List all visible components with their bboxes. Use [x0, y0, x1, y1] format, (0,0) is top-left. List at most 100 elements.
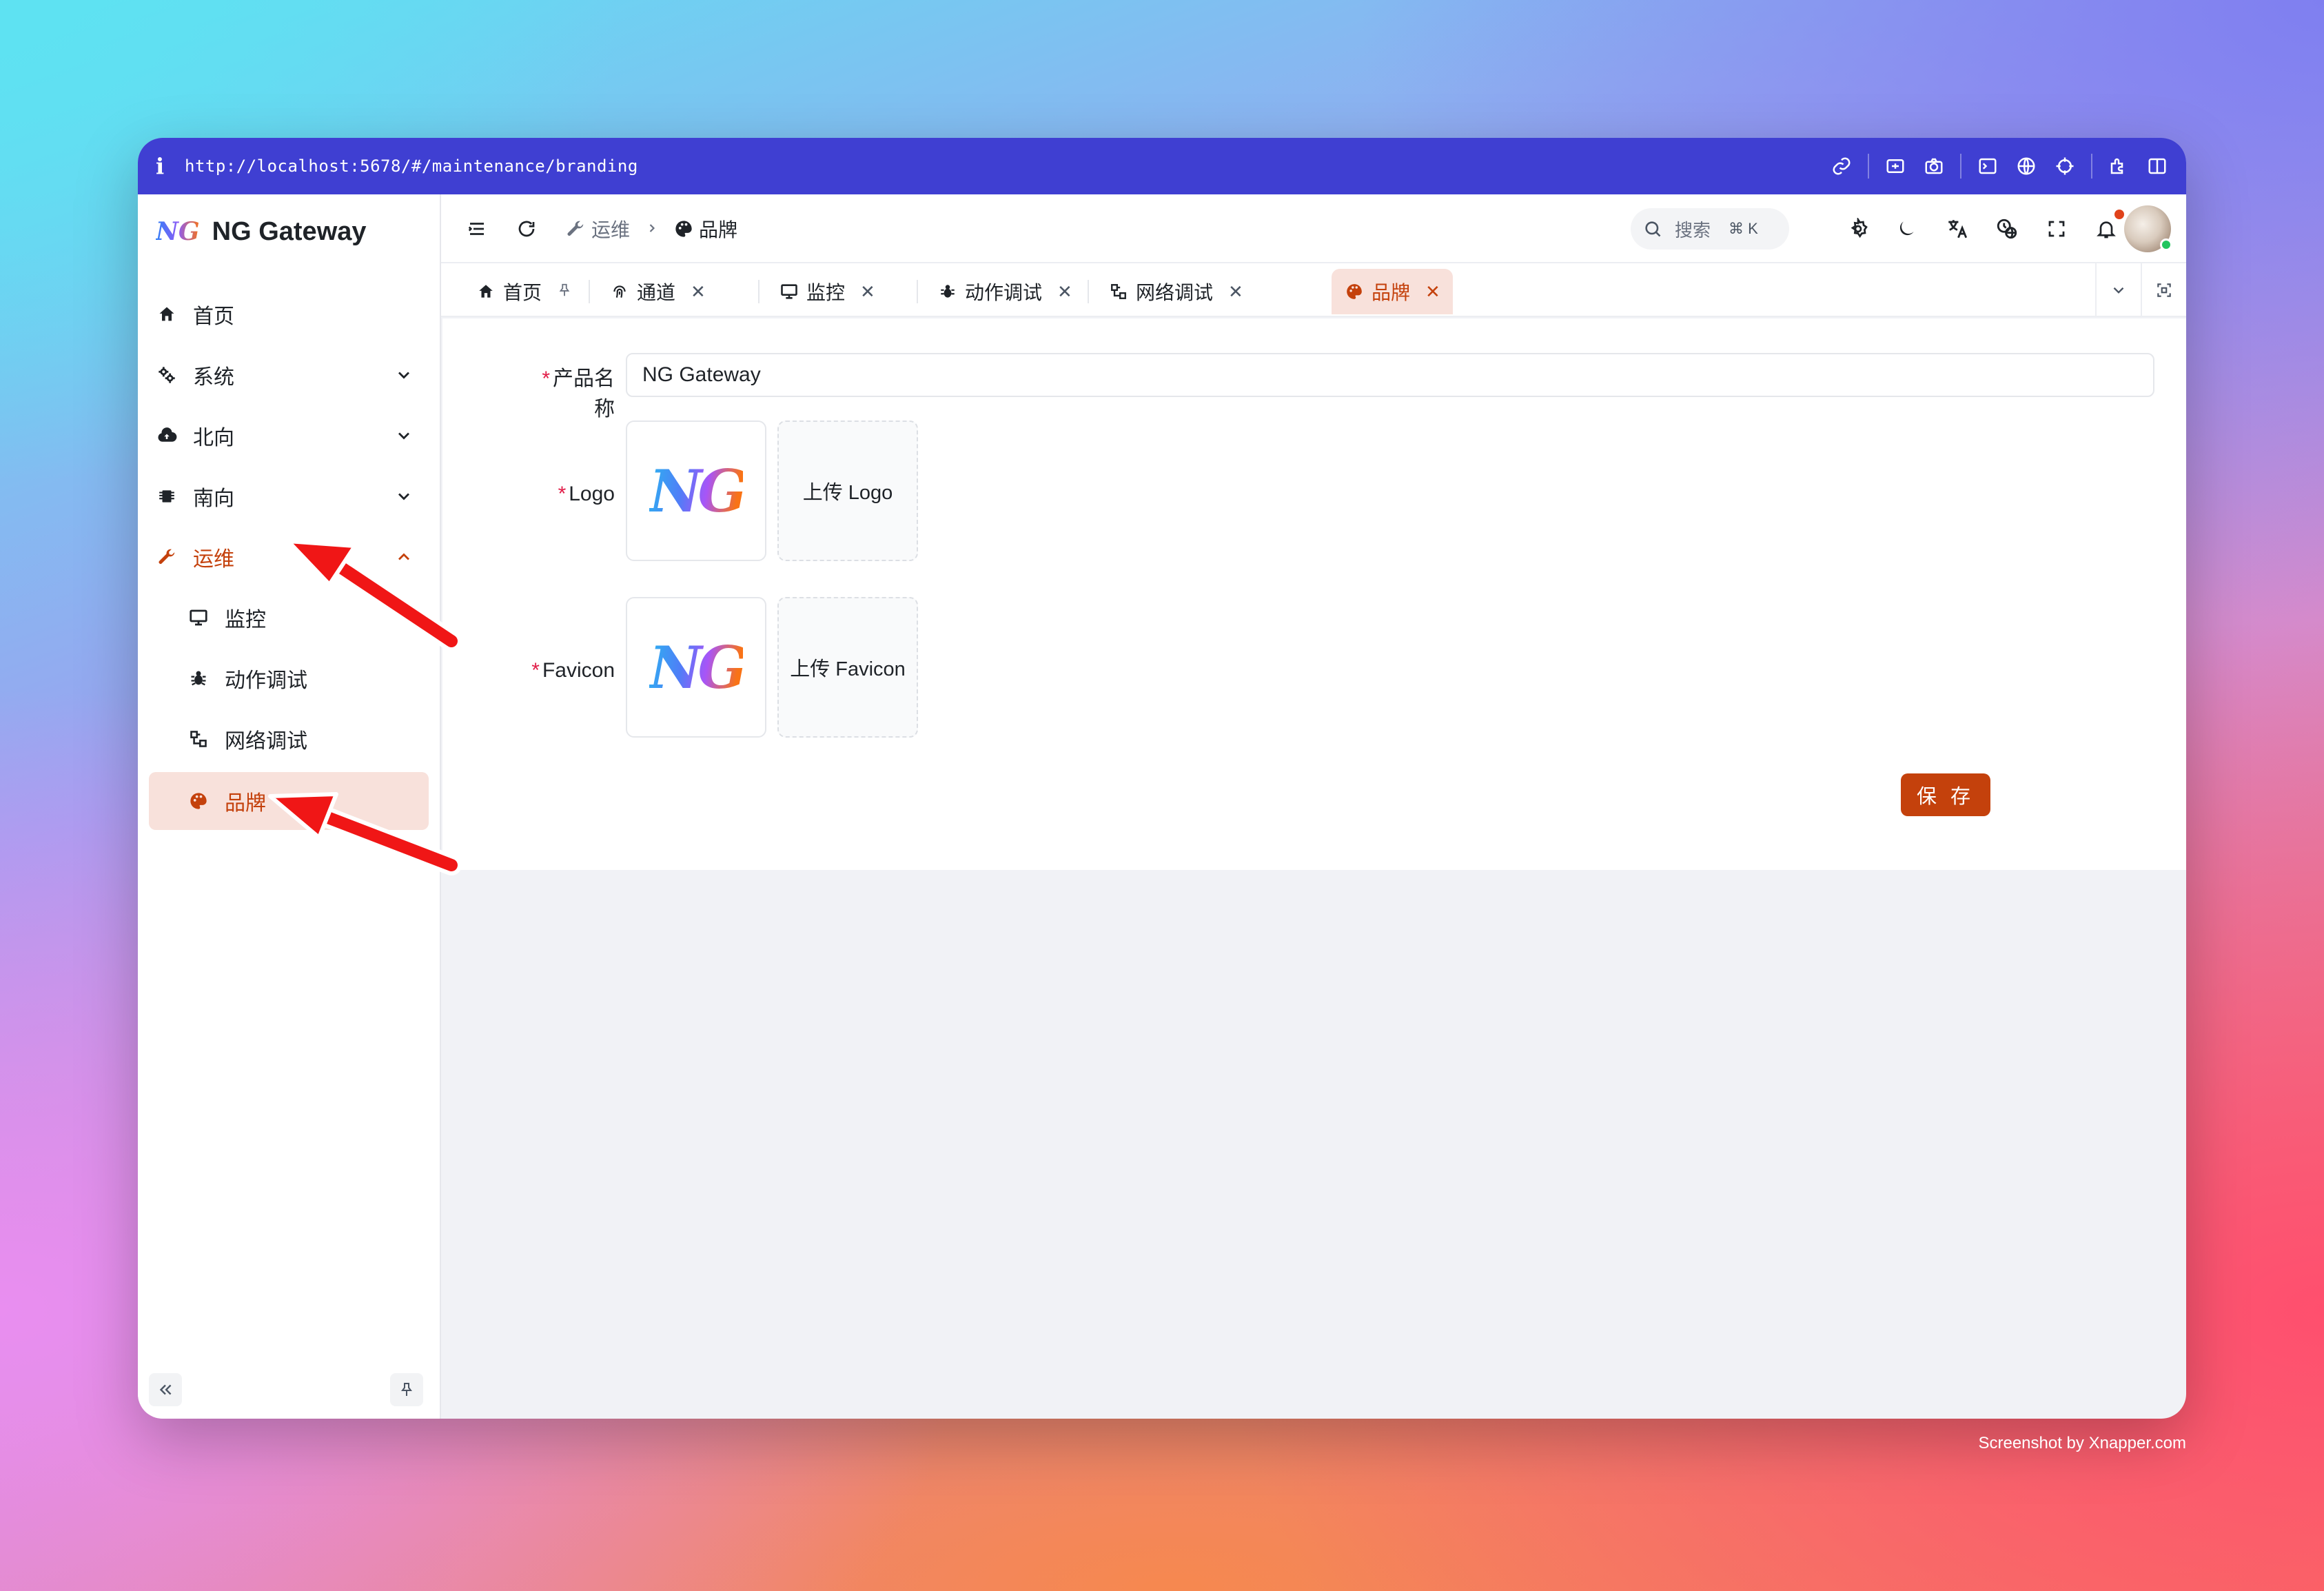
- ng-logo-image: NG: [649, 456, 748, 525]
- tab-branding[interactable]: 品牌 ✕: [1332, 269, 1453, 314]
- sidebar-item-label: 动作调试: [225, 669, 307, 692]
- palette-icon: [1344, 281, 1365, 302]
- sidebar: NG NG Gateway 首页 系统 北向 南向 运维 监控 动作调试 网络调…: [138, 194, 441, 1419]
- close-icon[interactable]: ✕: [1425, 281, 1440, 303]
- camera-icon[interactable]: [1915, 147, 1953, 185]
- product-name-input[interactable]: NG Gateway: [626, 353, 2154, 397]
- save-button[interactable]: 保 存: [1901, 773, 1990, 816]
- pin-sidebar-button[interactable]: [390, 1373, 423, 1406]
- network-icon: [1108, 281, 1129, 302]
- translate-icon: [1948, 220, 1968, 239]
- chevron-up-icon: [398, 553, 409, 560]
- pin-icon[interactable]: [557, 281, 572, 303]
- tab-home[interactable]: 首页: [463, 269, 584, 314]
- settings-button[interactable]: [1840, 211, 1876, 247]
- maximize-content-button[interactable]: [2141, 263, 2186, 317]
- upload-favicon-button[interactable]: 上传 Favicon: [777, 597, 918, 738]
- refresh-button[interactable]: [509, 211, 544, 247]
- fingerprint-icon: [609, 281, 630, 302]
- sidebar-item-branding[interactable]: 品牌: [149, 772, 429, 830]
- tab-monitor[interactable]: 监控 ✕: [766, 269, 888, 314]
- screenshot-icon[interactable]: [1876, 147, 1915, 185]
- gears-icon: [154, 363, 179, 387]
- brand[interactable]: NG NG Gateway: [156, 212, 367, 251]
- tab-list-dropdown-button[interactable]: [2095, 263, 2141, 317]
- tab-divider: [1088, 280, 1089, 303]
- tab-label: 首页: [503, 282, 542, 303]
- upload-logo-label: 上传 Logo: [802, 482, 893, 504]
- url-text[interactable]: http://localhost:5678/#/maintenance/bran…: [185, 156, 638, 176]
- sidebar-item-label: 北向: [193, 427, 234, 449]
- info-icon[interactable]: i: [156, 153, 176, 179]
- tab-label: 品牌: [1372, 282, 1411, 303]
- crosshair-icon[interactable]: [2046, 147, 2084, 185]
- sidebar-item-home[interactable]: 首页: [138, 284, 440, 345]
- online-status-dot: [2160, 239, 2172, 251]
- link-icon[interactable]: [1822, 147, 1861, 185]
- close-icon[interactable]: ✕: [691, 281, 706, 303]
- product-name-label: * 产品名称: [542, 367, 615, 420]
- bell-icon: [2097, 221, 2116, 239]
- sidebar-item-system[interactable]: 系统: [138, 345, 440, 405]
- sidebar-item-monitor[interactable]: 监控: [138, 587, 440, 648]
- fullscreen-button[interactable]: [2039, 211, 2075, 247]
- favicon-label: * Favicon: [531, 659, 615, 682]
- top-header: 运维 品牌 搜索 ⌘ K: [441, 194, 2186, 263]
- favicon-preview[interactable]: NG: [626, 597, 766, 738]
- search-box[interactable]: 搜索 ⌘ K: [1631, 208, 1789, 250]
- logo-label: * Logo: [558, 483, 615, 505]
- sidebar-item-action-debug[interactable]: 动作调试: [138, 648, 440, 709]
- sidebar-item-label: 监控: [225, 609, 266, 631]
- terminal-icon[interactable]: [1968, 147, 2007, 185]
- chevron-down-icon: [398, 372, 409, 379]
- wrench-icon: [154, 545, 179, 569]
- divider: [1868, 154, 1869, 179]
- app-name: NG Gateway: [212, 216, 367, 246]
- logo-preview[interactable]: NG: [626, 420, 766, 561]
- chevron-down-icon: [398, 493, 409, 500]
- close-icon[interactable]: ✕: [860, 281, 875, 303]
- tab-channels[interactable]: 通道 ✕: [597, 269, 718, 314]
- sidebar-item-northbound[interactable]: 北向: [138, 405, 440, 466]
- tab-network-debug[interactable]: 网络调试 ✕: [1096, 269, 1256, 314]
- product-name-value: NG Gateway: [642, 363, 761, 386]
- close-icon[interactable]: ✕: [1057, 281, 1072, 303]
- extension-icon[interactable]: [2099, 147, 2138, 185]
- ng-favicon-image: NG: [649, 633, 748, 702]
- tab-action-debug[interactable]: 动作调试 ✕: [925, 269, 1085, 314]
- palette-icon: [186, 789, 211, 813]
- user-avatar[interactable]: [2124, 205, 2172, 252]
- network-icon: [186, 727, 211, 751]
- tab-bar: 首页 通道 ✕ 监控 ✕ 动作调试 ✕ 网络调试 ✕ 品牌 ✕: [441, 263, 2186, 317]
- bug-icon: [937, 281, 958, 302]
- brand-logo: NG: [156, 217, 200, 246]
- globe-icon[interactable]: [2007, 147, 2046, 185]
- sidebar-item-maintenance[interactable]: 运维: [138, 527, 440, 587]
- chevron-down-icon: [398, 432, 409, 440]
- breadcrumb: 运维 品牌: [565, 194, 737, 263]
- split-view-icon[interactable]: [2138, 147, 2177, 185]
- dark-mode-button[interactable]: [1888, 211, 1924, 247]
- sidebar-item-label: 运维: [193, 548, 234, 571]
- close-icon[interactable]: ✕: [1228, 281, 1243, 303]
- sidebar-item-southbound[interactable]: 南向: [138, 466, 440, 527]
- tab-divider: [917, 280, 918, 303]
- menu-toggle-button[interactable]: [459, 211, 495, 247]
- timezone-button[interactable]: [1989, 211, 2025, 247]
- moon-icon: [1899, 221, 1914, 236]
- tab-label: 监控: [806, 282, 846, 303]
- required-mark: *: [531, 659, 540, 682]
- sidebar-item-network-debug[interactable]: 网络调试: [138, 709, 440, 769]
- collapse-sidebar-button[interactable]: [149, 1373, 182, 1406]
- globe-clock-icon: [1997, 219, 2017, 239]
- sidebar-item-label: 南向: [193, 487, 234, 510]
- upload-logo-button[interactable]: 上传 Logo: [777, 420, 918, 561]
- tab-divider: [758, 280, 760, 303]
- translate-button[interactable]: [1939, 211, 1975, 247]
- double-chevron-left-icon: [159, 1384, 172, 1395]
- tab-divider: [589, 280, 590, 303]
- sidebar-item-label: 网络调试: [225, 730, 307, 753]
- breadcrumb-current-label: 品牌: [699, 219, 738, 241]
- breadcrumb-parent[interactable]: 运维: [565, 215, 630, 243]
- refresh-icon: [518, 221, 535, 237]
